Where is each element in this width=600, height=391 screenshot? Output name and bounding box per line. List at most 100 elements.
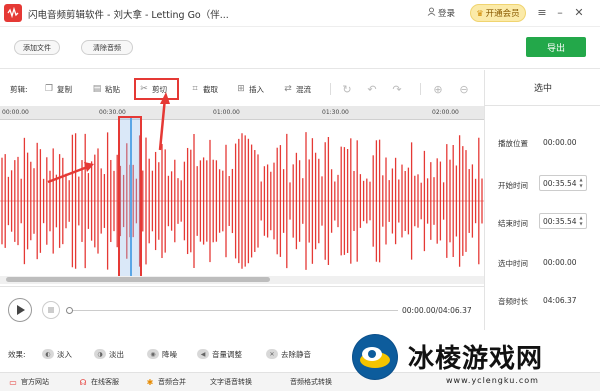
scrollbar-thumb[interactable] (6, 277, 270, 282)
fade-in-label: 淡入 (57, 349, 72, 359)
login-button[interactable]: 登录 (427, 7, 455, 19)
ruler-tick: 01:00.00 (213, 109, 240, 116)
selection-highlight-box (118, 116, 142, 278)
mix-icon: ⇄ (284, 84, 292, 94)
mix-tool[interactable]: ⇄ 混流 (283, 82, 311, 96)
play-button[interactable] (8, 298, 32, 322)
insert-icon: ⊞ (237, 84, 245, 94)
redo-icon[interactable]: ↷ (390, 82, 404, 96)
vip-icon: ♛ (476, 8, 484, 18)
play-position-label: 播放位置 (498, 139, 528, 148)
play-position-value: 00:00.00 (543, 138, 577, 147)
close-icon[interactable]: ✕ (571, 4, 587, 20)
zoom-in-icon[interactable]: ⊕ (431, 82, 445, 96)
denoise-effect[interactable]: ◉ 降噪 (147, 348, 177, 360)
add-file-button[interactable]: 添加文件 (14, 40, 60, 55)
end-time-value: 00:35.54 (543, 216, 577, 226)
loop-icon[interactable]: ↻ (340, 82, 354, 96)
export-button[interactable]: 导出 (526, 37, 586, 57)
website-label: 官方网站 (21, 378, 49, 386)
play-icon (16, 305, 25, 315)
progress-knob[interactable] (66, 307, 73, 314)
horizontal-scrollbar[interactable] (0, 276, 484, 284)
start-time-field[interactable]: 00:35.54 ▲ ▼ (539, 175, 587, 191)
monitor-icon: ▭ (9, 377, 17, 387)
selection-panel: 选中 播放位置 00:00.00 开始时间 00:35.54 ▲ ▼ 结束时间 0… (484, 70, 600, 330)
ruler-tick: 00:00.00 (2, 109, 29, 116)
fade-in-effect[interactable]: ◐ 淡入 (42, 348, 72, 360)
cut-highlight-box (134, 78, 179, 100)
copy-icon: ❐ (44, 84, 54, 94)
denoise-icon: ◉ (147, 349, 159, 359)
trim-tool[interactable]: ⌗ 截取 (190, 82, 218, 96)
fade-in-icon: ◐ (42, 349, 54, 359)
fade-out-label: 淡出 (109, 349, 124, 359)
watermark: 冰棱游戏网 www.yclengku.com (348, 328, 600, 391)
file-toolbar: 添加文件 清除音频 导出 (0, 27, 600, 69)
minimize-icon[interactable]: – (552, 4, 568, 20)
tts-link[interactable]: 文字语音转换 (210, 377, 252, 387)
denoise-label: 降噪 (162, 349, 177, 359)
time-readout: 00:00.00/04:06.37 (402, 306, 472, 315)
watermark-text: 冰棱游戏网 (408, 344, 544, 374)
progress-track[interactable] (68, 310, 398, 311)
stop-button[interactable] (42, 301, 60, 319)
stop-icon (48, 307, 54, 313)
remove-silence-label: 去除静音 (281, 349, 311, 359)
start-time-value: 00:35.54 (543, 178, 577, 188)
merge-link[interactable]: ✱ 音频合并 (145, 377, 186, 387)
waveform (0, 132, 484, 270)
insert-tool[interactable]: ⊞ 插入 (236, 82, 264, 96)
mix-label: 混流 (296, 84, 311, 94)
support-label: 在线客服 (91, 378, 119, 386)
silence-icon: ✕ (266, 349, 278, 359)
edit-label: 剪辑: (10, 85, 28, 94)
tts-label: 文字语音转换 (210, 378, 252, 386)
clear-audio-button[interactable]: 清除音频 (81, 40, 133, 55)
end-time-label: 结束时间 (498, 219, 528, 228)
spinner-icon[interactable]: ▲ ▼ (578, 215, 584, 227)
watermark-url: www.yclengku.com (446, 376, 539, 385)
effects-label: 效果: (8, 350, 26, 359)
menu-icon[interactable]: ≡ (534, 4, 550, 20)
merge-icon: ✱ (146, 377, 154, 387)
fade-out-effect[interactable]: ◑ 淡出 (94, 348, 124, 360)
insert-label: 插入 (249, 84, 264, 94)
title-bar: 闪电音频剪辑软件 - 刘大拿 - Letting Go（伴... 登录 ♛ 开通… (0, 0, 600, 27)
copy-tool[interactable]: ❐ 复制 (44, 82, 72, 96)
remove-silence-effect[interactable]: ✕ 去除静音 (266, 348, 311, 360)
player-bar: 00:00.00/04:06.37 (0, 286, 484, 330)
volume-effect[interactable]: ◀ 音量调整 (197, 348, 242, 360)
divider (420, 83, 421, 95)
paste-icon: ▤ (92, 84, 102, 94)
zoom-out-icon[interactable]: ⊖ (457, 82, 471, 96)
headset-icon: ☊ (79, 377, 87, 387)
support-link[interactable]: ☊ 在线客服 (78, 377, 119, 387)
fade-out-icon: ◑ (94, 349, 106, 359)
ruler-tick: 01:30.00 (322, 109, 349, 116)
waveform-area[interactable]: 00:00.00 00:30.00 01:00.00 01:30.00 02:0… (0, 106, 484, 286)
trim-label: 截取 (203, 84, 218, 94)
window-title: 闪电音频剪辑软件 - 刘大拿 - Letting Go（伴... (28, 10, 229, 21)
website-link[interactable]: ▭ 官方网站 (8, 377, 49, 387)
duration-label: 音频时长 (498, 297, 528, 306)
login-label: 登录 (438, 9, 456, 19)
format-link[interactable]: 音频格式转换 (290, 377, 332, 387)
spinner-icon[interactable]: ▲ ▼ (578, 177, 584, 189)
ruler-tick: 00:30.00 (99, 109, 126, 116)
paste-label: 粘贴 (105, 84, 120, 94)
watermark-logo-icon (352, 334, 398, 380)
undo-icon[interactable]: ↶ (365, 82, 379, 96)
start-time-label: 开始时间 (498, 181, 528, 190)
volume-label: 音量调整 (212, 349, 242, 359)
selected-length-label: 选中时间 (498, 259, 528, 268)
end-time-field[interactable]: 00:35.54 ▲ ▼ (539, 213, 587, 229)
crop-icon: ⌗ (192, 84, 198, 94)
vip-button[interactable]: ♛ 开通会员 (470, 4, 526, 22)
selected-length-value: 00:00.00 (543, 258, 577, 267)
copy-label: 复制 (57, 84, 72, 94)
paste-tool[interactable]: ▤ 粘贴 (92, 82, 120, 96)
user-icon (427, 7, 436, 19)
divider (330, 83, 331, 95)
format-label: 音频格式转换 (290, 378, 332, 386)
